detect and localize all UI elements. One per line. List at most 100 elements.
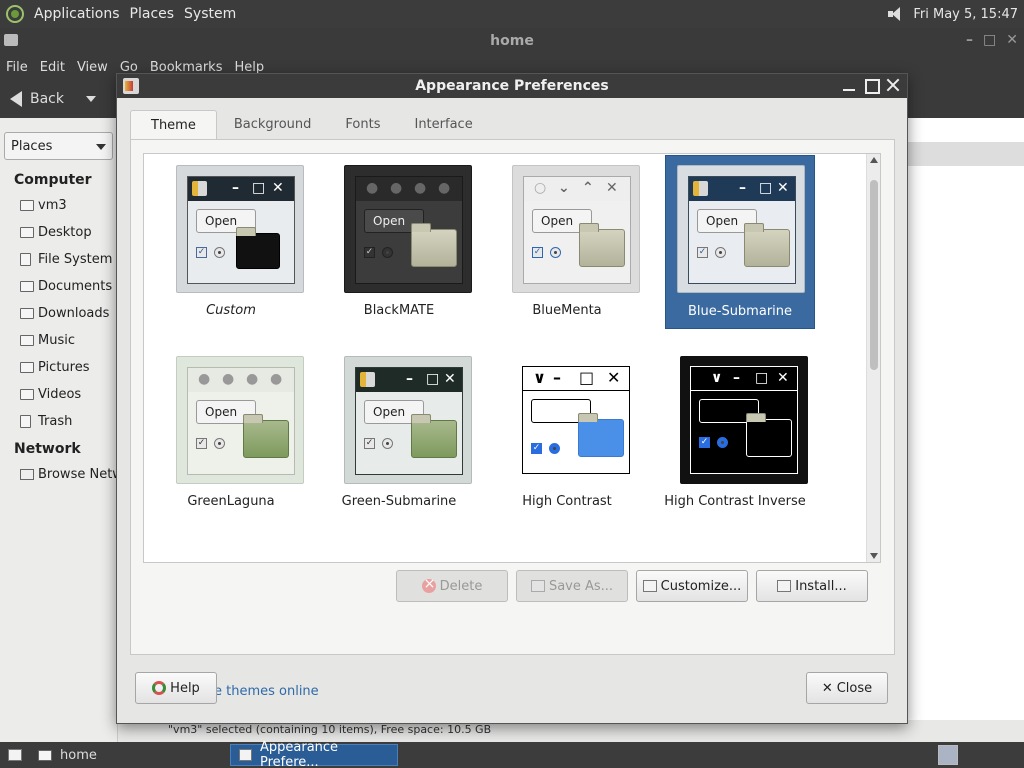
minimize-icon[interactable]	[841, 76, 857, 94]
back-history-icon[interactable]	[86, 96, 96, 102]
close-button[interactable]: ✕ Close	[806, 672, 888, 704]
tab-theme[interactable]: Theme	[130, 110, 217, 140]
menu-file[interactable]: File	[6, 60, 28, 75]
menu-view[interactable]: View	[77, 60, 108, 75]
close-icon[interactable]	[885, 76, 901, 94]
maximize-icon[interactable]: □	[983, 32, 996, 48]
file-manager-titlebar[interactable]: home – □ ✕	[0, 28, 1024, 54]
tab-background[interactable]: Background	[217, 110, 329, 140]
minimize-icon[interactable]: –	[966, 32, 973, 48]
sidebar-item-documents[interactable]: Documents	[0, 273, 117, 300]
documents-folder-icon	[20, 280, 34, 292]
desktop-folder-icon	[20, 226, 34, 238]
taskbar-item-label: home	[60, 747, 97, 763]
sidebar-item-label: Browse Netw	[38, 466, 117, 482]
theme-preview-greenlaguna: ● ● ● ● Open ✓	[176, 356, 304, 484]
theme-preview-blue-submarine: – □ ✕ Open ✓	[677, 165, 805, 293]
theme-preview-custom: – □ ✕ Open ✓	[176, 165, 304, 293]
delete-button-label: Delete	[439, 578, 483, 594]
sidebar-item-downloads[interactable]: Downloads	[0, 300, 117, 327]
theme-name: BlueMenta	[532, 303, 602, 318]
theme-item-blue-submarine[interactable]: – □ ✕ Open ✓ Blue-Submarine	[665, 155, 815, 329]
theme-list[interactable]: – □ ✕ Open ✓ Custom ● ● ● ● Open ✓ Black…	[143, 153, 881, 563]
sidebar-item-file-system[interactable]: File System	[0, 246, 117, 273]
theme-name: Custom	[206, 303, 256, 318]
theme-preview-blackmate: ● ● ● ● Open ✓	[344, 165, 472, 293]
sidebar-item-music[interactable]: Music	[0, 327, 117, 354]
sidebar-places-select[interactable]: Places	[4, 132, 113, 160]
customize-button-label: Customize...	[660, 578, 742, 594]
taskbar-item-home[interactable]: home	[30, 744, 190, 766]
sidebar-item-vm3[interactable]: vm3	[0, 192, 117, 219]
sidebar-item-trash[interactable]: Trash	[0, 408, 117, 435]
sidebar-item-label: Trash	[38, 413, 73, 429]
menu-edit[interactable]: Edit	[40, 60, 65, 75]
network-icon	[20, 468, 34, 480]
mate-logo-icon[interactable]	[6, 5, 24, 23]
help-button[interactable]: Help	[135, 672, 217, 704]
help-icon	[152, 681, 167, 695]
appearance-app-icon	[123, 78, 139, 94]
sidebar-network-header: Network	[14, 441, 81, 457]
close-icon[interactable]: ✕	[1006, 32, 1018, 48]
sidebar-item-videos[interactable]: Videos	[0, 381, 117, 408]
customize-button[interactable]: Customize...	[636, 570, 748, 602]
top-panel: Applications Places System Fri May 5, 15…	[0, 0, 1024, 28]
theme-name: GreenLaguna	[187, 494, 275, 509]
appearance-app-icon	[239, 749, 252, 761]
theme-item-high-contrast[interactable]: ∨ – □ ✕ ✓ High Contrast	[492, 346, 642, 520]
scroll-up-icon[interactable]	[870, 157, 878, 163]
install-icon	[777, 580, 792, 592]
theme-list-scrollbar[interactable]	[866, 154, 880, 562]
theme-item-bluementa[interactable]: ○ ⌄ ⌃ ✕ Open ✓ BlueMenta	[492, 155, 642, 329]
sidebar-item-label: Documents	[38, 278, 113, 294]
sidebar-item-desktop[interactable]: Desktop	[0, 219, 117, 246]
sidebar-item-pictures[interactable]: Pictures	[0, 354, 117, 381]
back-button[interactable]: Back	[30, 91, 64, 107]
theme-name: High Contrast Inverse	[664, 494, 806, 509]
sidebar-item-label: File System	[38, 251, 113, 267]
folder-icon	[4, 34, 18, 46]
tab-bar: Theme Background Fonts Interface	[130, 110, 490, 140]
save-as-button-label: Save As...	[548, 578, 614, 594]
tab-fonts[interactable]: Fonts	[328, 110, 397, 140]
scrollbar-thumb[interactable]	[870, 180, 878, 370]
save-icon	[530, 580, 545, 592]
theme-item-green-submarine[interactable]: – □ ✕ Open ✓ Green-Submarine	[324, 346, 474, 520]
tab-interface[interactable]: Interface	[397, 110, 489, 140]
maximize-icon[interactable]	[863, 76, 880, 94]
theme-item-greenlaguna[interactable]: ● ● ● ● Open ✓ GreenLaguna	[156, 346, 306, 520]
workspace-switcher[interactable]	[938, 745, 958, 765]
music-folder-icon	[20, 334, 34, 346]
scroll-down-icon[interactable]	[870, 553, 878, 559]
theme-item-blackmate[interactable]: ● ● ● ● Open ✓ BlackMATE	[324, 155, 474, 329]
theme-name: Blue-Submarine	[687, 304, 793, 319]
downloads-folder-icon	[20, 307, 34, 319]
volume-icon[interactable]	[887, 6, 905, 22]
taskbar-item-label: Appearance Prefere...	[259, 740, 339, 768]
dialog-title: Appearance Preferences	[415, 78, 609, 94]
sidebar-item-browse-network[interactable]: Browse Netw	[0, 461, 117, 488]
taskbar-item-appearance[interactable]: Appearance Prefere...	[230, 740, 398, 768]
folder-icon	[38, 749, 52, 761]
appearance-preferences-dialog: Appearance Preferences Theme Background …	[116, 73, 908, 724]
theme-item-high-contrast-inverse[interactable]: ∨ – □ ✕ ✓ High Contrast Inverse	[660, 346, 810, 520]
save-as-button[interactable]: Save As...	[516, 570, 628, 602]
close-icon: ✕	[821, 680, 833, 696]
places-menu[interactable]: Places	[130, 6, 175, 22]
places-select-label: Places	[11, 138, 53, 154]
theme-name: BlackMATE	[363, 303, 435, 318]
delete-button[interactable]: Delete	[396, 570, 508, 602]
show-desktop-button[interactable]	[0, 744, 30, 766]
theme-item-custom[interactable]: – □ ✕ Open ✓ Custom	[156, 155, 306, 329]
drive-icon	[20, 252, 31, 266]
dialog-titlebar[interactable]: Appearance Preferences	[117, 74, 907, 98]
clock[interactable]: Fri May 5, 15:47	[913, 7, 1018, 22]
install-button[interactable]: Install...	[756, 570, 868, 602]
system-menu[interactable]: System	[184, 6, 236, 22]
back-arrow-icon[interactable]	[10, 91, 22, 107]
pictures-folder-icon	[20, 361, 34, 373]
delete-icon	[421, 576, 436, 593]
applications-menu[interactable]: Applications	[34, 6, 120, 22]
sidebar-item-label: Music	[38, 332, 75, 348]
